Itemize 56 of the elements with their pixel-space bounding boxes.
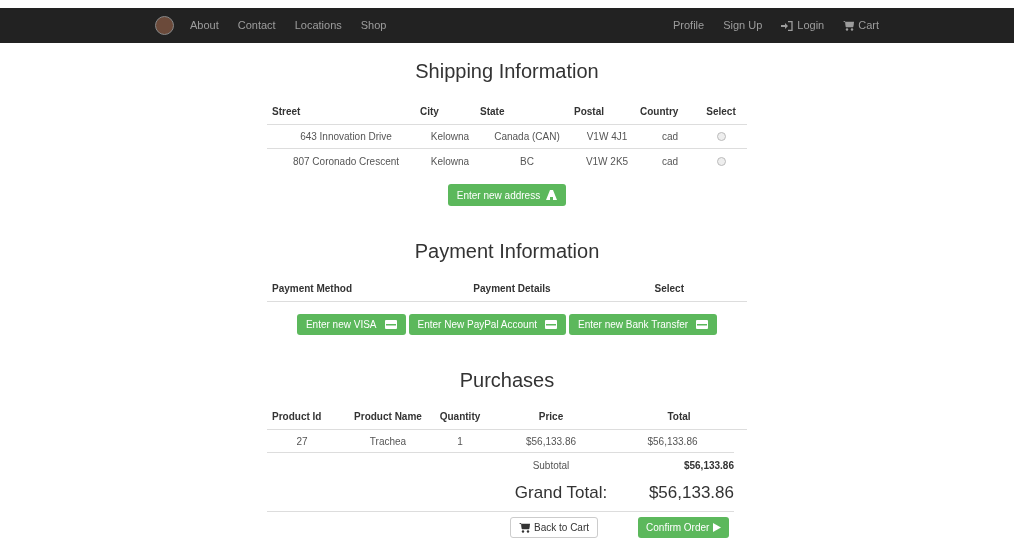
subtotal-label: Subtotal — [531, 459, 571, 473]
table-cell-text: Kelowna — [429, 130, 471, 144]
table-cell-text: BC — [519, 154, 535, 169]
table-cell-text: Canada (CAN) — [493, 130, 561, 144]
column-header: Postal — [574, 105, 605, 119]
table-cell-text: 1 — [456, 434, 464, 449]
table-cell-text: Trachea — [368, 434, 408, 449]
radio-button[interactable] — [716, 132, 726, 141]
nav-link[interactable]: Locations — [294, 17, 342, 34]
grand-total-value: $56,133.86 — [647, 481, 734, 504]
cart-icon — [519, 522, 530, 533]
avatar[interactable] — [155, 16, 174, 35]
nav-link[interactable]: Contact — [237, 17, 276, 34]
nav-link[interactable]: Login — [781, 17, 825, 34]
table-cell-text: cad — [660, 154, 680, 169]
column-header: Total — [666, 410, 692, 424]
card-icon — [696, 320, 709, 329]
column-header: Street — [272, 105, 302, 119]
card-icon — [384, 320, 397, 329]
column-header: Payment Method — [272, 282, 353, 296]
column-header: Payment Details — [472, 282, 552, 296]
cart-icon — [843, 20, 855, 31]
section-title: Purchases — [458, 368, 556, 393]
column-header: Quantity — [438, 410, 482, 424]
table-cell-text: $56,133.86 — [646, 434, 699, 449]
table-cell-text: cad — [660, 130, 680, 144]
column-header: Product Id — [272, 410, 323, 424]
table-cell-text: V1W 4J1 — [585, 130, 629, 144]
table-cell-text: V1W 2K5 — [584, 154, 630, 169]
nav-link[interactable]: Shop — [360, 17, 387, 34]
column-header: Select — [705, 105, 737, 119]
column-header: Select — [653, 282, 685, 296]
table-cell-text: 643 Innovation Drive — [299, 130, 393, 144]
table-cell-text: 27 — [295, 434, 309, 449]
back-to-cart-button[interactable]: Back to Cart — [510, 517, 599, 538]
nav-link[interactable]: About — [190, 17, 219, 34]
column-header: Country — [640, 105, 680, 119]
nav-link[interactable]: Cart — [843, 17, 879, 34]
section-title: Payment Information — [413, 239, 601, 264]
card-icon — [545, 320, 557, 329]
subtotal-value: $56,133.86 — [682, 459, 734, 473]
column-header: State — [480, 105, 506, 119]
nav-link[interactable]: Profile — [672, 17, 705, 34]
column-header: Price — [537, 410, 565, 424]
section-title: Shipping Information — [414, 59, 600, 84]
play-icon — [713, 523, 722, 532]
radio-button[interactable] — [716, 156, 726, 166]
grand-total-label: Grand Total: — [513, 481, 609, 504]
road-icon — [546, 190, 558, 200]
column-header: City — [420, 105, 440, 119]
column-header: Product Name — [353, 410, 423, 424]
table-cell-text: Kelowna — [429, 154, 471, 169]
table-cell-text: $56,133.86 — [524, 434, 578, 449]
nav-link[interactable]: Sign Up — [723, 17, 763, 34]
login-icon — [781, 20, 794, 31]
table-cell-text: 807 Coronado Crescent — [291, 154, 401, 169]
